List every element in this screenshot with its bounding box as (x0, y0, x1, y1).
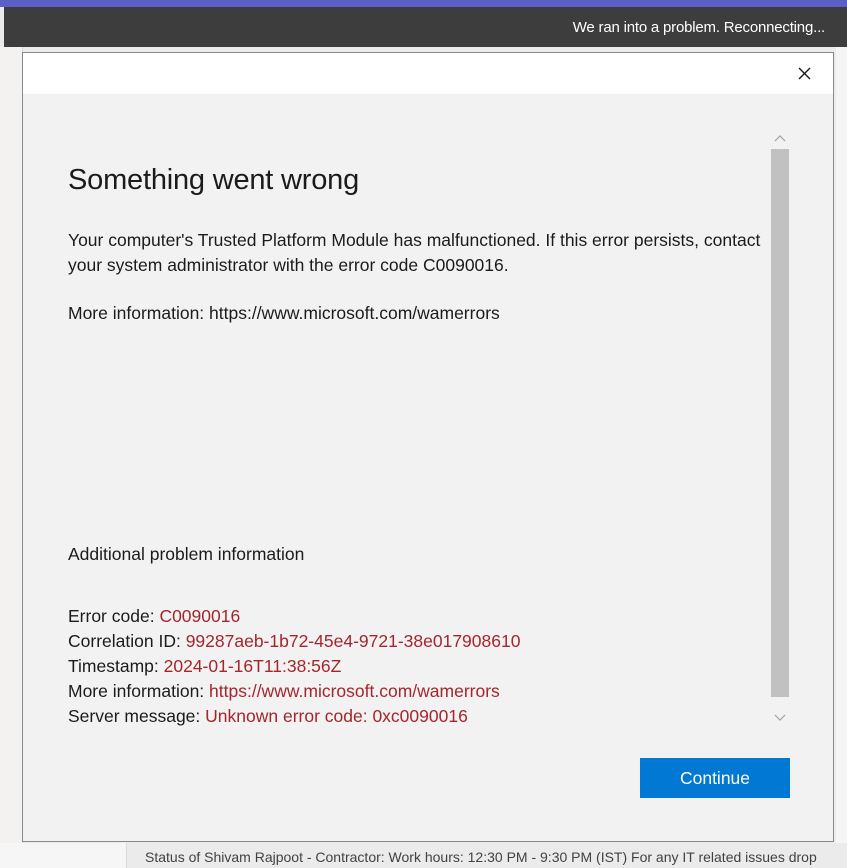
detail-value: 99287aeb-1b72-45e4-9721-38e017908610 (185, 631, 521, 651)
dialog-titlebar (23, 53, 833, 94)
detail-label: Correlation ID: (68, 631, 186, 651)
error-dialog: Something went wrong Your computer's Tru… (22, 52, 834, 842)
detail-value: 2024-01-16T11:38:56Z (163, 656, 342, 676)
detail-value: https://www.microsoft.com/wamerrors (209, 681, 500, 701)
more-information-text: More information: https://www.microsoft.… (68, 303, 500, 323)
detail-label: Timestamp: (68, 656, 164, 676)
detail-row-correlation-id: Correlation ID: 99287aeb-1b72-45e4-9721-… (68, 629, 520, 654)
close-icon[interactable] (793, 63, 817, 85)
reconnecting-text: We ran into a problem. Reconnecting... (572, 19, 825, 36)
scroll-down-arrow-icon[interactable] (770, 709, 790, 727)
dialog-heading: Something went wrong (68, 164, 359, 196)
reconnecting-banner: We ran into a problem. Reconnecting... (4, 7, 847, 47)
detail-label: More information: (68, 681, 210, 701)
additional-info-heading: Additional problem information (68, 544, 305, 564)
scroll-up-arrow-icon[interactable] (770, 129, 790, 147)
error-message: Your computer's Trusted Platform Module … (68, 230, 761, 275)
detail-label: Server message: (68, 706, 206, 726)
detail-row-server-message: Server message: Unknown error code: 0xc0… (68, 704, 520, 729)
detail-row-error-code: Error code: C0090016 (68, 604, 520, 629)
detail-label: Error code: (68, 606, 160, 626)
detail-value: Unknown error code: 0xc0090016 (205, 706, 468, 726)
error-details: Error code: C0090016 Correlation ID: 992… (68, 604, 520, 729)
dialog-scrollbar[interactable] (770, 129, 790, 727)
detail-row-timestamp: Timestamp: 2024-01-16T11:38:56Z (68, 654, 520, 679)
detail-value: C0090016 (159, 606, 241, 626)
background-app-right (836, 47, 847, 868)
continue-button[interactable]: Continue (640, 758, 790, 798)
detail-row-more-information: More information: https://www.microsoft.… (68, 679, 520, 704)
status-message: Status of Shivam Rajpoot - Contractor: W… (145, 849, 817, 865)
status-bar-left-panel (0, 843, 127, 868)
scrollbar-thumb[interactable] (771, 149, 789, 697)
background-app-left (0, 47, 23, 868)
app-accent-bar (0, 0, 847, 7)
